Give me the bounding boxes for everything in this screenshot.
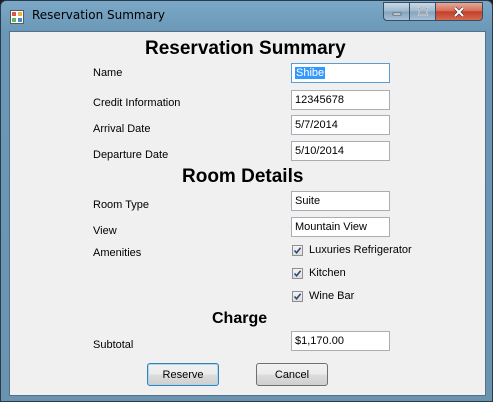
room-type-label: Room Type [93,199,150,211]
arrival-date-label: Arrival Date [93,123,151,135]
amenity-label: Kitchen [309,267,346,279]
minimize-icon [392,12,401,15]
form-client-area: Reservation Summary Name Shibe Credit In… [9,31,486,396]
departure-date-field[interactable]: 5/10/2014 [291,141,390,161]
room-type-field[interactable]: Suite [291,191,390,211]
minimize-button[interactable] [383,2,410,21]
credit-information-field[interactable]: 12345678 [291,90,390,110]
title-bar[interactable]: Reservation Summary [1,1,492,31]
amenity-label: Luxuries Refrigerator [309,244,412,256]
subtotal-field[interactable]: $1,170.00 [291,331,390,351]
departure-date-label: Departure Date [93,149,169,161]
checkbox-checked[interactable] [292,267,303,279]
amenity-checkbox-kitchen[interactable]: Kitchen [292,267,346,279]
checkbox-checked[interactable] [292,244,303,256]
maximize-icon [417,6,428,16]
maximize-button[interactable] [409,2,436,21]
view-field[interactable]: Mountain View [291,217,390,237]
amenity-checkbox-wine-bar[interactable]: Wine Bar [292,290,354,302]
reservation-summary-heading: Reservation Summary [145,38,346,59]
name-field[interactable]: Shibe [291,63,390,83]
close-button[interactable] [435,2,483,21]
credit-information-label: Credit Information [93,97,181,109]
view-label: View [93,225,117,237]
charge-heading: Charge [212,310,268,327]
arrival-date-field[interactable]: 5/7/2014 [291,115,390,135]
subtotal-label: Subtotal [93,339,134,351]
cancel-button[interactable]: Cancel [256,363,328,386]
close-icon [453,6,465,17]
checkmark-icon [293,269,302,277]
amenities-label: Amenities [93,247,142,259]
app-icon [10,9,24,24]
reserve-button[interactable]: Reserve [147,363,219,386]
name-value: Shibe [295,67,326,79]
name-label: Name [93,67,123,79]
amenity-label: Wine Bar [309,290,355,302]
app-window: Reservation Summary Reservation Summary … [0,0,493,402]
window-title: Reservation Summary [32,8,165,22]
checkmark-icon [293,292,302,300]
checkmark-icon [293,246,302,254]
room-details-heading: Room Details [182,166,304,187]
amenity-checkbox-luxuries-refrigerator[interactable]: Luxuries Refrigerator [292,244,412,256]
checkbox-checked[interactable] [292,290,303,302]
